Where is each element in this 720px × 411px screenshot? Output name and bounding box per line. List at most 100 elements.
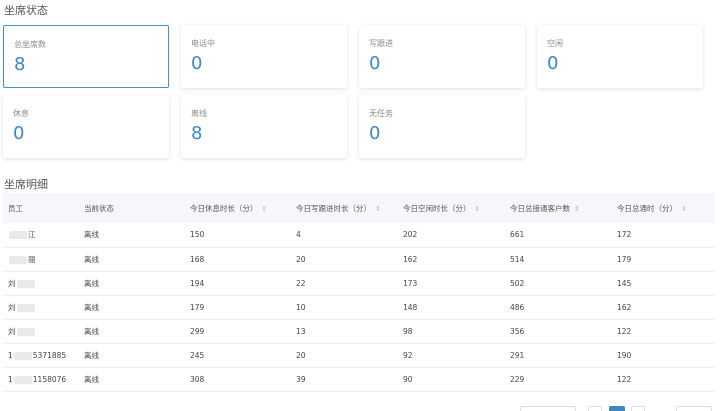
- table-header-row: 员工 当前状态 今日休息时长（分） ⇕ 今日写跟进时长（分） ⇕ 今日空闲时长（分）…: [3, 193, 715, 223]
- pagination-page[interactable]: [588, 406, 602, 411]
- cell-follow: 4: [291, 223, 398, 248]
- cell-follow: 22: [291, 271, 398, 296]
- section-title-detail: 坐席明细: [4, 178, 48, 191]
- cell-status: 离线: [79, 367, 185, 392]
- cell-idle: 148: [398, 295, 505, 320]
- redacted-name-mask: [9, 231, 27, 240]
- cell-status: 离线: [79, 319, 185, 344]
- cell-employee: 1 1158076: [3, 367, 79, 392]
- card-value: 8: [191, 123, 203, 144]
- sort-icon[interactable]: ⇕: [375, 205, 381, 213]
- cell-employee: 刘: [3, 295, 79, 320]
- stat-card-rest[interactable]: 休息 0: [3, 95, 169, 158]
- cell-customers: 356: [505, 319, 612, 344]
- card-label: 空闲: [547, 39, 563, 48]
- table-row: 丽离线 168 20 162 514 179: [3, 247, 715, 272]
- header-rest-time[interactable]: 今日休息时长（分） ⇕: [185, 193, 291, 223]
- cell-follow: 10: [291, 295, 398, 320]
- cell-idle: 90: [398, 367, 505, 392]
- pagination-next[interactable]: [676, 406, 712, 411]
- cell-status: 离线: [79, 247, 185, 272]
- table-row: 刘离线 299 13 98 356 122: [3, 319, 715, 344]
- pagination-prev[interactable]: [520, 406, 576, 411]
- cell-follow: 13: [291, 319, 398, 344]
- card-value: 0: [191, 53, 203, 74]
- cell-rest: 194: [185, 271, 291, 296]
- pagination-page[interactable]: [631, 406, 645, 411]
- card-value: 8: [14, 54, 26, 75]
- sort-icon[interactable]: ⇕: [681, 205, 687, 213]
- card-value: 0: [547, 53, 559, 74]
- sort-icon[interactable]: ⇕: [475, 205, 481, 213]
- redacted-name-mask: [16, 303, 35, 312]
- cell-rest: 299: [185, 319, 291, 344]
- cell-talk: 179: [612, 247, 715, 272]
- pagination-page-active[interactable]: [609, 406, 625, 411]
- card-label: 离线: [191, 109, 207, 118]
- cell-customers: 486: [505, 295, 612, 320]
- stat-card-offline[interactable]: 离线 8: [181, 95, 347, 158]
- cell-rest: 245: [185, 343, 291, 368]
- cell-idle: 202: [398, 223, 505, 248]
- redacted-name-mask: [13, 351, 32, 360]
- cell-talk: 190: [612, 343, 715, 368]
- cell-customers: 291: [505, 343, 612, 368]
- cell-rest: 179: [185, 295, 291, 320]
- section-title-status: 坐席状态: [4, 4, 48, 17]
- redacted-name-mask: [16, 279, 35, 288]
- cell-status: 离线: [79, 223, 185, 248]
- cell-rest: 150: [185, 223, 291, 248]
- stat-card-followup[interactable]: 写跟进 0: [359, 25, 525, 88]
- table-row: 江离线 150 4 202 661 172: [3, 223, 715, 248]
- header-customers[interactable]: 今日总接通客户数 ⇕: [505, 193, 612, 223]
- card-value: 0: [13, 123, 25, 144]
- cell-follow: 20: [291, 247, 398, 272]
- cell-rest: 308: [185, 367, 291, 392]
- stat-card-no-task[interactable]: 无任务 0: [359, 95, 525, 158]
- cell-customers: 502: [505, 271, 612, 296]
- header-status: 当前状态: [84, 203, 114, 213]
- card-label: 休息: [13, 109, 29, 118]
- cell-talk: 145: [612, 271, 715, 296]
- cell-rest: 168: [185, 247, 291, 272]
- cell-customers: 661: [505, 223, 612, 248]
- agent-detail-table: 员工 当前状态 今日休息时长（分） ⇕ 今日写跟进时长（分） ⇕ 今日空闲时长（分）…: [3, 193, 715, 392]
- cell-talk: 162: [612, 295, 715, 320]
- header-followup-time[interactable]: 今日写跟进时长（分） ⇕: [291, 193, 398, 223]
- cell-talk: 122: [612, 367, 715, 392]
- redacted-name-mask: [9, 255, 27, 264]
- card-value: 0: [369, 53, 381, 74]
- stat-card-idle[interactable]: 空闲 0: [537, 25, 703, 88]
- cell-talk: 172: [612, 223, 715, 248]
- card-label: 无任务: [369, 109, 393, 118]
- table-row: 刘离线 194 22 173 502 145: [3, 271, 715, 296]
- cell-talk: 122: [612, 319, 715, 344]
- header-employee: 员工: [8, 203, 23, 213]
- cell-employee: 丽: [3, 247, 79, 272]
- redacted-name-mask: [13, 375, 32, 384]
- header-talk-time[interactable]: 今日总通时（分） ⇕: [612, 193, 715, 223]
- cell-employee: 江: [3, 223, 79, 248]
- card-value: 0: [369, 123, 381, 144]
- cell-employee: 1 5371885: [3, 343, 79, 368]
- stat-card-calling[interactable]: 电话中 0: [181, 25, 347, 88]
- redacted-name-mask: [16, 327, 35, 336]
- table-row: 刘离线 179 10 148 486 162: [3, 295, 715, 320]
- sort-icon[interactable]: ⇕: [574, 205, 580, 213]
- cell-status: 离线: [79, 343, 185, 368]
- cell-follow: 39: [291, 367, 398, 392]
- cell-follow: 20: [291, 343, 398, 368]
- cell-employee: 刘: [3, 319, 79, 344]
- cell-idle: 173: [398, 271, 505, 296]
- stat-card-total[interactable]: 总坐席数 8: [3, 25, 169, 88]
- cell-customers: 229: [505, 367, 612, 392]
- cell-customers: 514: [505, 247, 612, 272]
- card-label: 写跟进: [369, 39, 393, 48]
- card-label: 电话中: [191, 39, 215, 48]
- cell-status: 离线: [79, 271, 185, 296]
- table-row: 1 1158076 离线 308 39 90 229 122: [3, 367, 715, 392]
- cell-idle: 98: [398, 319, 505, 344]
- sort-icon[interactable]: ⇕: [262, 205, 268, 213]
- card-label: 总坐席数: [14, 40, 46, 49]
- header-idle-time[interactable]: 今日空闲时长（分） ⇕: [398, 193, 505, 223]
